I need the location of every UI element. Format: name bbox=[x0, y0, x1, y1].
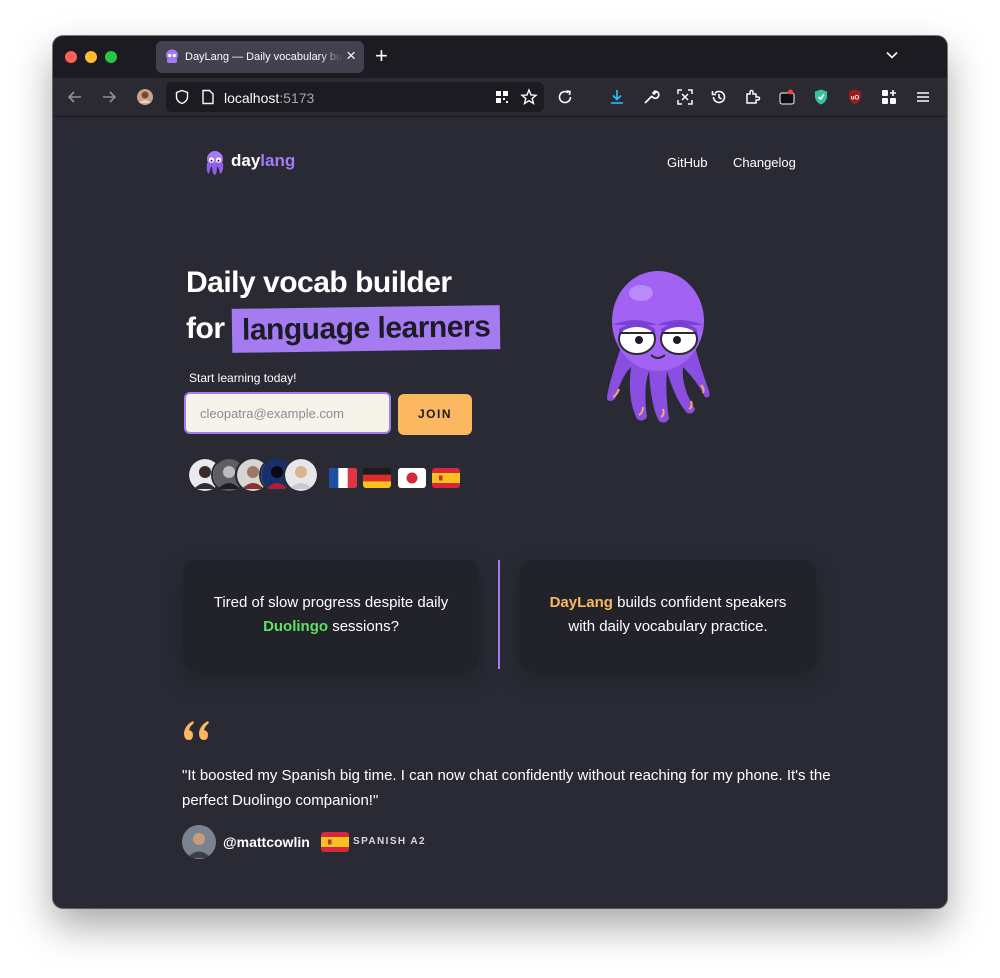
quote-mark-icon bbox=[184, 721, 209, 740]
octopus-favicon-icon bbox=[166, 49, 178, 63]
hamburger-menu-icon[interactable] bbox=[914, 88, 932, 106]
join-button[interactable]: JOIN bbox=[398, 394, 472, 435]
extension-puzzle-icon[interactable] bbox=[744, 88, 762, 106]
chevron-down-icon[interactable] bbox=[885, 48, 899, 62]
testimonial-avatar bbox=[182, 825, 216, 859]
browser-tab[interactable]: DayLang — Daily vocabulary builder × bbox=[156, 41, 364, 73]
media-extension-icon[interactable] bbox=[778, 88, 796, 106]
forward-arrow-icon[interactable] bbox=[99, 87, 119, 107]
flag-japan-icon bbox=[398, 468, 426, 488]
flag-spain-icon bbox=[432, 468, 460, 488]
vpn-shield-icon[interactable] bbox=[812, 88, 830, 106]
brand-day: day bbox=[231, 151, 261, 170]
back-arrow-icon[interactable] bbox=[65, 87, 85, 107]
octopus-mascot-icon bbox=[607, 271, 710, 423]
hero-title-highlight: language learners bbox=[232, 305, 501, 353]
new-tab-button[interactable]: + bbox=[375, 44, 388, 68]
nav-link-changelog[interactable]: Changelog bbox=[733, 155, 796, 170]
solution-card-text: DayLang builds confident speakers with d… bbox=[540, 591, 796, 639]
page-icon bbox=[202, 89, 214, 105]
shield-icon[interactable] bbox=[174, 89, 190, 105]
browser-window: DayLang — Daily vocabulary builder × + bbox=[53, 36, 947, 908]
tab-strip: DayLang — Daily vocabulary builder × + bbox=[53, 36, 947, 78]
hero-title-line2: for language learners bbox=[186, 305, 501, 353]
screenshot-icon[interactable] bbox=[676, 88, 694, 106]
tab-title: DayLang — Daily vocabulary builder bbox=[185, 51, 343, 63]
ublock-shield-icon[interactable]: uO bbox=[846, 88, 864, 106]
minimize-window-button[interactable] bbox=[85, 51, 97, 63]
cards-divider bbox=[498, 560, 500, 669]
download-icon[interactable] bbox=[608, 88, 626, 106]
problem-text: Tired of slow progress despite daily bbox=[213, 593, 449, 611]
qr-code-icon[interactable] bbox=[494, 89, 510, 105]
reload-icon[interactable] bbox=[556, 88, 574, 106]
address-bar[interactable]: localhost:5173 bbox=[166, 82, 544, 112]
start-learning-label: Start learning today! bbox=[189, 371, 297, 385]
problem-card: Tired of slow progress despite daily Duo… bbox=[183, 560, 479, 669]
hero-title: Daily vocab builder for language learner… bbox=[186, 260, 501, 353]
wrench-icon[interactable] bbox=[642, 88, 660, 106]
daylang-highlight: DayLang bbox=[549, 593, 613, 611]
close-window-button[interactable] bbox=[65, 51, 77, 63]
bookmark-star-icon[interactable] bbox=[520, 88, 538, 106]
problem-suffix: sessions? bbox=[332, 617, 399, 635]
navigation-toolbar: localhost:5173 uO bbox=[53, 78, 947, 117]
page-content: daylang GitHub Changelog Daily vocab bui… bbox=[53, 117, 947, 908]
problem-card-text: Tired of slow progress despite daily Duo… bbox=[214, 591, 449, 639]
svg-text:uO: uO bbox=[851, 96, 860, 102]
flag-spain-icon bbox=[321, 832, 349, 852]
history-icon[interactable] bbox=[710, 88, 728, 106]
solution-card: DayLang builds confident speakers with d… bbox=[520, 560, 816, 669]
flag-germany-icon bbox=[363, 468, 391, 488]
testimonial-quote: "It boosted my Spanish big time. I can n… bbox=[182, 767, 831, 809]
url-host: localhost bbox=[224, 90, 280, 106]
email-field[interactable] bbox=[186, 394, 390, 432]
brand-lang: lang bbox=[260, 151, 296, 170]
octopus-logo-icon bbox=[206, 151, 224, 175]
email-field-wrapper bbox=[184, 392, 391, 434]
brand-wordmark: daylang bbox=[231, 151, 295, 171]
apps-grid-icon[interactable] bbox=[880, 88, 898, 106]
learner-avatar bbox=[283, 457, 319, 493]
testimonial-handle: @mattcowlin bbox=[223, 834, 310, 850]
url-text: localhost:5173 bbox=[224, 90, 314, 106]
duolingo-highlight: Duolingo bbox=[263, 617, 329, 635]
language-level-badge: SPANISH A2 bbox=[353, 836, 426, 847]
flag-france-icon bbox=[329, 468, 357, 488]
hero-title-line1: Daily vocab builder bbox=[186, 266, 452, 299]
nav-link-github[interactable]: GitHub bbox=[667, 155, 707, 170]
hero-title-for: for bbox=[186, 312, 225, 345]
url-port: :5173 bbox=[279, 90, 315, 106]
profile-avatar-icon[interactable] bbox=[135, 87, 155, 107]
zoom-window-button[interactable] bbox=[105, 51, 117, 63]
close-tab-icon[interactable]: × bbox=[346, 47, 356, 65]
